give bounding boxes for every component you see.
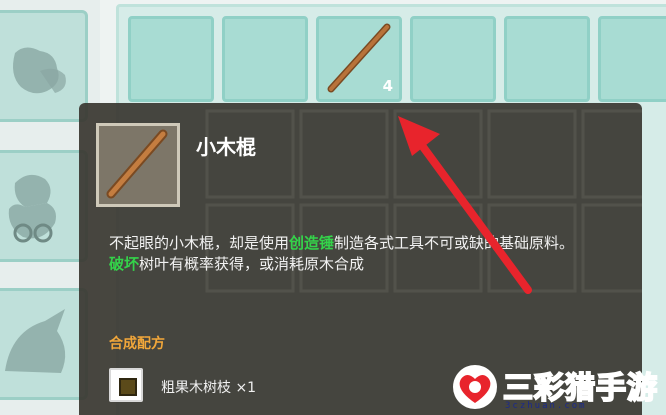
watermark-site: 3czhuan.com: [505, 401, 587, 411]
annotation-arrow-icon: [398, 116, 532, 294]
game-screen: 4 小木棍 不起眼的小木棍，却是使用创造锤制造各式工具不可或缺的基础原料。 破坏…: [0, 0, 666, 415]
watermark: 三彩猎手游 3czhuan.com: [445, 357, 666, 415]
watermark-logo-icon: [453, 365, 497, 409]
